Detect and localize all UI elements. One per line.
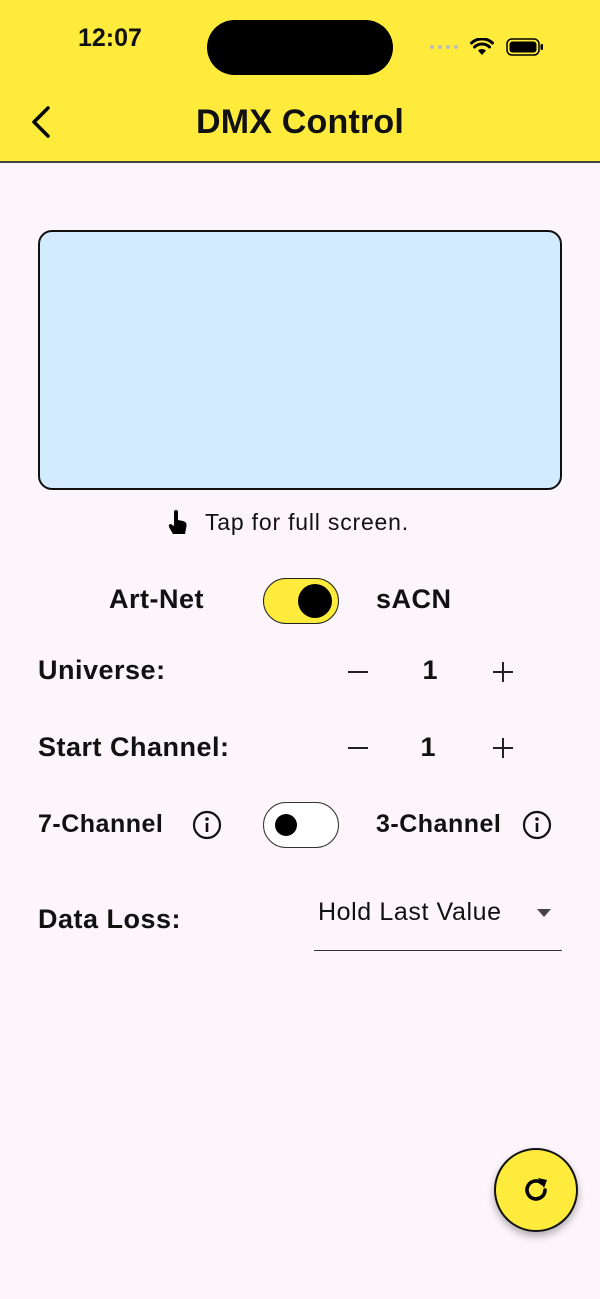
toggle-knob [298,584,332,618]
universe-increment-button[interactable] [483,652,523,692]
seven-channel-label: 7-Channel [38,810,164,838]
protocol-toggle[interactable] [263,578,339,624]
universe-value: 1 [422,655,438,685]
plus-icon [493,738,513,758]
refresh-icon [525,1178,547,1201]
fullscreen-hint: Tap for full screen. [165,508,409,536]
universe-label: Universe: [38,655,166,685]
battery-icon [506,38,543,56]
universe-decrement-button[interactable] [338,652,378,692]
page-title: DMX Control [195,103,405,141]
start-channel-decrement-button[interactable] [338,728,378,768]
start-channel-value: 1 [420,732,436,762]
color-preview[interactable] [38,230,562,490]
artnet-label: Art-Net [109,584,204,614]
tap-hand-icon [168,510,187,534]
refresh-button[interactable] [494,1148,578,1232]
sacn-label: sACN [376,584,452,614]
data-loss-label: Data Loss: [38,904,182,934]
dynamic-island [207,20,393,75]
wifi-icon [470,38,494,55]
channel-mode-toggle[interactable] [263,802,339,848]
data-loss-dropdown[interactable]: Hold Last Value [314,888,562,951]
status-time: 12:07 [78,24,142,52]
start-channel-label: Start Channel: [38,732,230,762]
plus-icon [493,662,513,682]
start-channel-increment-button[interactable] [483,728,523,768]
toggle-knob [275,814,297,836]
minus-icon [348,671,368,673]
dropdown-arrow-icon [537,909,551,917]
app-bar: 12:07 DMX Control [0,0,600,163]
hint-text: Tap for full screen. [205,508,409,535]
three-channel-label: 3-Channel [376,810,502,838]
seven-channel-info-icon[interactable] [192,810,222,840]
minus-icon [348,747,368,749]
signal-icon [430,45,458,49]
data-loss-selected-value: Hold Last Value [318,898,502,926]
three-channel-info-icon[interactable] [522,810,552,840]
status-icons [430,38,544,56]
